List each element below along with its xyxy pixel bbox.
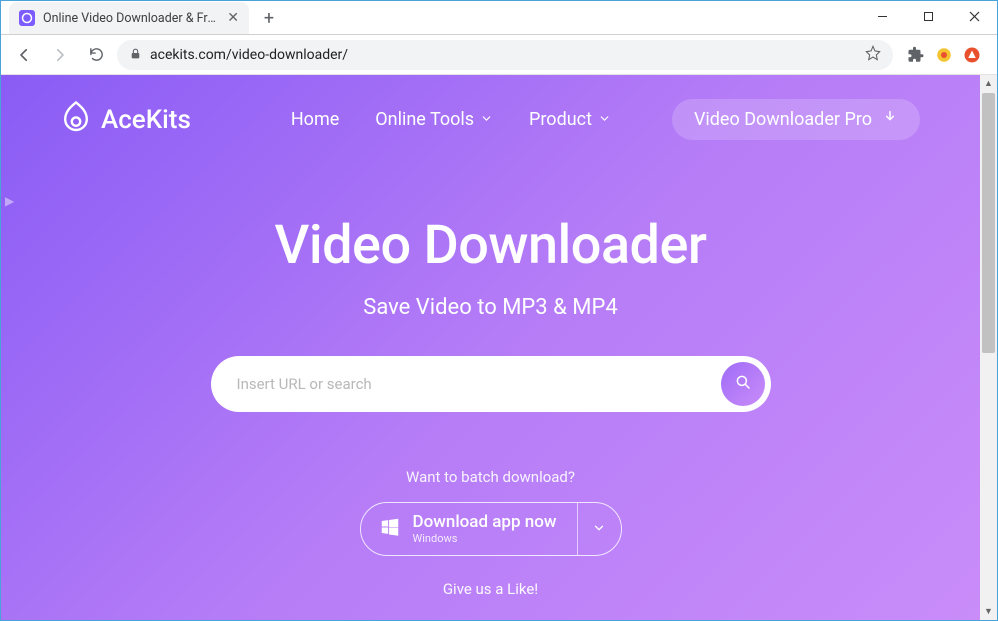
side-handle-icon[interactable]: ▶ — [1, 190, 18, 212]
extensions-icon[interactable] — [907, 46, 925, 64]
extension-icon-1[interactable] — [935, 46, 953, 64]
download-app-button-group: Download app now Windows — [360, 502, 622, 556]
download-arrow-icon — [882, 109, 898, 130]
logo-text: AceKits — [101, 105, 191, 135]
download-app-button[interactable]: Download app now Windows — [361, 503, 577, 555]
logo[interactable]: AceKits — [61, 100, 191, 140]
hero-subtitle: Save Video to MP3 & MP4 — [1, 295, 980, 320]
scrollbar-thumb[interactable] — [982, 93, 995, 353]
tab-title: Online Video Downloader & Free — [43, 11, 219, 26]
vertical-scrollbar[interactable]: ▲ ▼ — [980, 75, 997, 620]
search-bar — [211, 356, 771, 412]
back-button[interactable] — [9, 40, 39, 70]
nav-home[interactable]: Home — [291, 109, 339, 130]
page-content: ▶ AceKits Home Online Tools Product Vide… — [1, 75, 980, 620]
cta-label: Video Downloader Pro — [694, 109, 872, 130]
nav-home-label: Home — [291, 109, 339, 130]
reload-button[interactable] — [81, 40, 111, 70]
bookmark-star-icon[interactable] — [865, 45, 881, 65]
window-minimize-button[interactable] — [859, 1, 905, 31]
window-close-button[interactable] — [951, 1, 997, 31]
browser-tab[interactable]: Online Video Downloader & Free ✕ — [9, 2, 249, 34]
batch-download-link[interactable]: Want to batch download? — [1, 468, 980, 486]
cta-video-downloader-pro[interactable]: Video Downloader Pro — [672, 99, 920, 140]
nav-online-tools[interactable]: Online Tools — [375, 109, 493, 130]
windows-icon — [379, 516, 401, 542]
nav-product[interactable]: Product — [529, 109, 611, 130]
search-input[interactable] — [237, 375, 721, 393]
nav-online-tools-label: Online Tools — [375, 109, 474, 130]
download-platform-dropdown[interactable] — [577, 503, 621, 555]
new-tab-button[interactable]: + — [255, 4, 283, 32]
chevron-down-icon — [592, 520, 606, 539]
window-titlebar: Online Video Downloader & Free ✕ + — [1, 1, 997, 35]
search-button[interactable] — [721, 362, 765, 406]
download-app-label: Download app now — [413, 513, 557, 533]
nav-product-label: Product — [529, 109, 592, 130]
search-icon — [734, 373, 752, 395]
give-like-link[interactable]: Give us a Like! — [1, 580, 980, 598]
chevron-down-icon — [598, 109, 611, 130]
close-icon[interactable]: ✕ — [227, 11, 239, 25]
download-platform-label: Windows — [413, 533, 557, 546]
scroll-down-icon[interactable]: ▼ — [980, 603, 997, 620]
window-maximize-button[interactable] — [905, 1, 951, 31]
scroll-up-icon[interactable]: ▲ — [980, 75, 997, 92]
hero-title: Video Downloader — [1, 214, 980, 277]
browser-toolbar: acekits.com/video-downloader/ — [1, 35, 997, 75]
extension-icon-2[interactable] — [963, 46, 981, 64]
logo-icon — [61, 100, 91, 140]
tab-favicon — [19, 10, 35, 26]
url-text: acekits.com/video-downloader/ — [150, 47, 857, 63]
chevron-down-icon — [480, 109, 493, 130]
forward-button[interactable] — [45, 40, 75, 70]
lock-icon — [129, 45, 142, 64]
address-bar[interactable]: acekits.com/video-downloader/ — [117, 40, 893, 70]
